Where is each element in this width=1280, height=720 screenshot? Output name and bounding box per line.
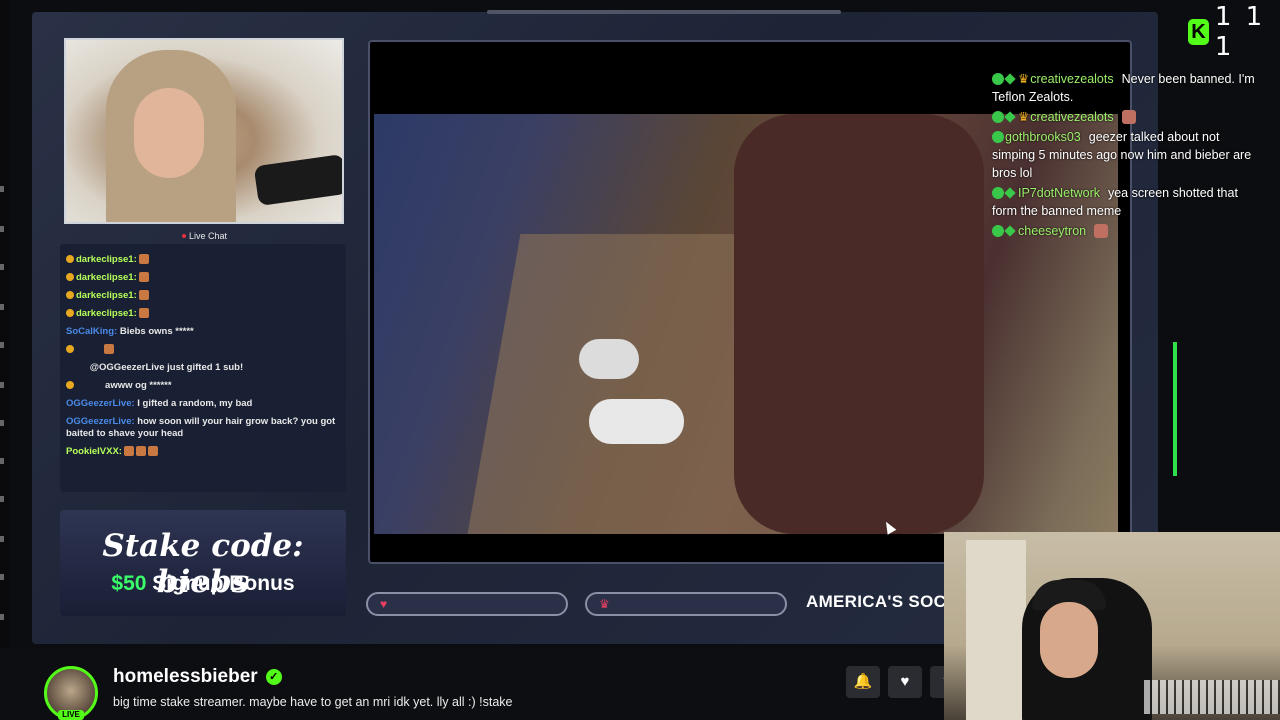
channel-name[interactable]: homelessbieber ✓ [113, 666, 282, 688]
audio-meter [1173, 342, 1177, 476]
ad-bonus-text: $50 Signup Bonus [111, 572, 295, 595]
microphone [253, 153, 342, 207]
overlay-chat-message: @OGGeezerLive just gifted 1 sub! [89, 362, 244, 373]
channel-name-text[interactable]: homelessbieber [113, 666, 258, 688]
verified-icon: ✓ [265, 669, 282, 685]
sub-goal-bar: ♛ [585, 592, 787, 616]
notifications-button[interactable]: 🔔 [846, 666, 880, 698]
keyboard-instrument [1144, 680, 1280, 714]
chat-message: cheeseytron [992, 222, 1262, 240]
chat-message: IP7dotNetwork yea screen shotted that for… [992, 186, 1238, 218]
heart-icon: ♥ [380, 597, 388, 611]
overlay-chat-message: OGGeezerLive: I gifted a random, my bad [66, 398, 253, 409]
live-dot-icon [182, 234, 186, 238]
follow-button[interactable]: ♥ [888, 666, 922, 698]
left-rail [0, 0, 10, 720]
overlay-chat-message: darkeclipse1: [66, 308, 340, 320]
streamer-webcam [64, 38, 344, 224]
stake-ad-banner: Stake code: biebs $50 Signup Bonus [60, 510, 346, 616]
chat-message: ♛creativezealots [992, 108, 1262, 126]
overlay-chat-message [66, 344, 340, 356]
bell-icon: 🔔 [853, 673, 873, 690]
follower-goal-bar: ♥ [366, 592, 568, 616]
live-chat-label: Live Chat [182, 231, 227, 241]
stream-page: Live Chat darkeclipse1: darkeclipse1: da… [0, 0, 1280, 720]
overlay-top-bar [487, 10, 841, 14]
overlay-chat-message: darkeclipse1: [66, 254, 340, 266]
chat-message: gothbrooks03 geezer talked about not simp… [992, 130, 1252, 180]
live-badge: LIVE [58, 710, 84, 720]
ticker-text: AMERICA'S SOC [806, 592, 946, 611]
live-chat-label-text: Live Chat [189, 231, 228, 241]
channel-description: big time stake streamer. maybe have to g… [113, 695, 513, 709]
heart-icon: ♥ [900, 673, 910, 690]
viewer-count-number: 1 1 1 [1214, 2, 1266, 62]
guest-webcam [944, 532, 1280, 720]
overlay-chat-message: SoCalKing: Biebs owns ***** [66, 326, 194, 337]
viewer-count: K 1 1 1 [1188, 2, 1280, 62]
overlay-chat-message: darkeclipse1: [66, 290, 340, 302]
overlay-chat-message: PookieIVXX: [66, 446, 340, 458]
overlay-chat-message: awww og ****** [66, 380, 340, 392]
overlay-chat-message: OGGeezerLive: how soon will your hair gr… [66, 416, 336, 439]
kick-logo-icon: K [1188, 19, 1209, 45]
crown-icon: ♛ [599, 597, 610, 611]
chat-message: ♛creativezealots Never been banned. I'm T… [992, 72, 1255, 104]
chat-overlay: ♛creativezealots Never been banned. I'm T… [992, 70, 1262, 242]
overlay-chat-message: darkeclipse1: [66, 272, 340, 284]
overlay-chat-box: darkeclipse1: darkeclipse1: darkeclipse1… [60, 244, 346, 492]
